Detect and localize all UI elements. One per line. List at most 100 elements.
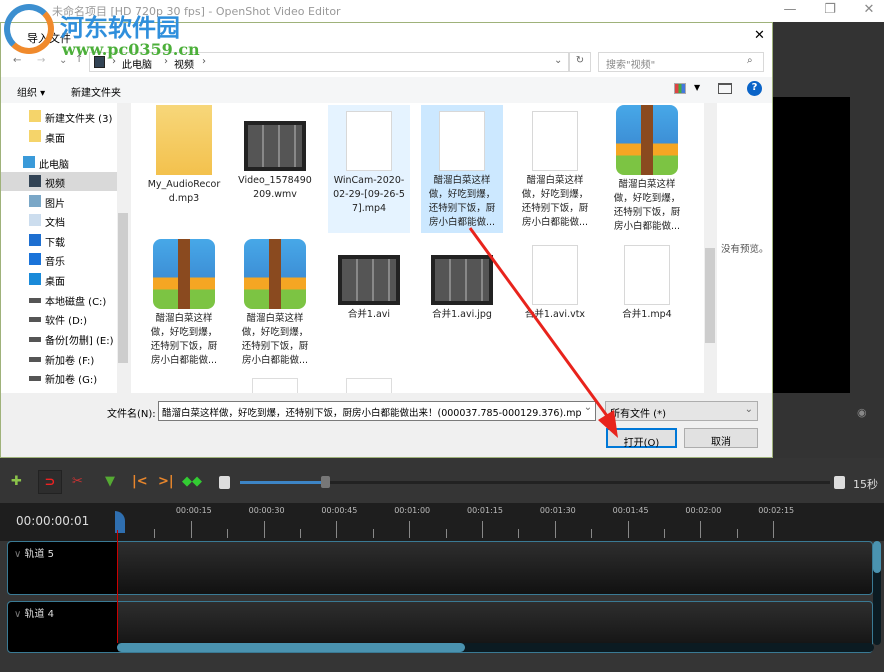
add-track-icon[interactable]: ✚ (11, 474, 22, 489)
nav-item[interactable]: 桌面 (1, 270, 117, 289)
file-item[interactable]: My_AudioRecord.mp3 (143, 105, 225, 233)
track[interactable]: ∨ 轨道 5 (7, 541, 873, 595)
drive-icon (29, 298, 41, 303)
nav-item[interactable]: 文档 (1, 211, 117, 230)
zip-file-icon (616, 105, 678, 175)
zoom-slider[interactable] (240, 476, 830, 488)
organize-menu[interactable]: 组织 ▾ (17, 84, 45, 99)
current-time: 00:00:00:01 (16, 514, 90, 528)
back-icon[interactable]: ← (13, 55, 21, 66)
timeline-vscrollbar[interactable] (873, 541, 881, 645)
preview-pane-icon[interactable] (718, 83, 732, 94)
playhead-line (117, 530, 118, 643)
download-icon (29, 234, 41, 246)
previous-marker-icon[interactable]: |< (132, 474, 148, 489)
file-item[interactable]: 醋溜白菜这样做，好吃到爆，还特别下饭，厨房小白都能做... (514, 105, 596, 233)
file-name: WinCam-2020-02-29-[09-26-57].mp4 (333, 175, 405, 214)
ruler-label: 00:02:15 (758, 506, 795, 515)
file-item[interactable]: 醋溜白菜这样做，好吃到爆，还特别下饭，厨房小白都能做... (143, 239, 225, 369)
dialog-close-button[interactable]: ✕ (754, 28, 765, 43)
open-button[interactable]: 打开(O) (606, 428, 677, 449)
center-playhead-icon[interactable]: ◆◆ (182, 474, 202, 489)
nav-item[interactable]: 新加卷 (G:) (1, 368, 117, 387)
timeline-hscrollbar[interactable] (117, 643, 874, 652)
search-input[interactable]: 搜索"视频" ⌕ (598, 52, 764, 72)
file-item[interactable]: 醋溜白菜这样做，好吃到爆，还特别下饭，厨房小白都能做... (421, 105, 503, 233)
nav-item[interactable]: 视频 (1, 172, 117, 191)
ruler-tick (372, 529, 374, 538)
file-name: Video_1578490209.wmv (238, 175, 312, 200)
track-header[interactable]: ∨ 轨道 5 (8, 542, 118, 594)
minimize-button[interactable]: — (775, 2, 805, 17)
zoom-in-icon[interactable] (834, 476, 845, 489)
ruler-tick (591, 529, 593, 538)
nav-item[interactable]: 备份[勿删] (E:) (1, 329, 117, 348)
nav-item[interactable]: 下载 (1, 231, 117, 250)
nav-item[interactable]: 音乐 (1, 250, 117, 269)
file-item[interactable]: Video_1578490209.wmv (234, 105, 316, 233)
search-icon: ⌕ (747, 55, 753, 66)
video-preview (773, 97, 850, 393)
new-folder-button[interactable]: 新建文件夹 (71, 84, 121, 99)
forward-icon[interactable]: → (37, 55, 45, 66)
ruler-tick (700, 521, 702, 538)
chevron-down-icon: ⌄ (744, 404, 753, 415)
search-placeholder: 搜索"视频" (606, 60, 656, 71)
ruler-label: 00:00:15 (175, 506, 212, 515)
zoom-level-label: 15秒 (853, 478, 878, 491)
ruler-tick (154, 529, 156, 538)
file-item[interactable]: 醋溜白菜这样做，好吃到爆，还特别下饭，厨房小白都能做... (606, 105, 688, 233)
track-name: 轨道 4 (24, 609, 55, 620)
address-dropdown-icon[interactable]: ⌄ (554, 55, 562, 66)
nav-item[interactable]: 桌面 (1, 127, 117, 146)
camera-icon[interactable]: ◉ (857, 406, 867, 419)
file-name: 醋溜白菜这样做，好吃到爆，还特别下饭，厨房小白都能做... (150, 313, 218, 366)
file-type-filter[interactable]: 所有文件 (*) ⌄ (605, 401, 758, 421)
file-name: 醋溜白菜这样做，好吃到爆，还特别下饭，厨房小白都能做... (241, 313, 309, 366)
view-dropdown-icon[interactable]: ▼ (694, 83, 700, 92)
nav-item[interactable]: 新建文件夹 (3) (1, 107, 117, 126)
zoom-out-icon[interactable] (219, 476, 230, 489)
ruler-tick (773, 521, 775, 538)
nav-item-label: 视频 (45, 179, 65, 190)
timeline-ruler[interactable]: 00:00:00:01 00:00:15 00:00:30 00:00:45 00:0… (0, 503, 884, 541)
ruler-tick (445, 529, 447, 538)
file-item[interactable]: 醋溜白菜这样做，好吃到爆，还特别下饭，厨房小白都能做... (234, 239, 316, 369)
zoom-slider-handle[interactable] (320, 476, 330, 488)
ruler-label: 00:01:00 (394, 506, 431, 515)
add-marker-icon[interactable]: ▼ (105, 474, 115, 489)
nav-item[interactable]: 本地磁盘 (C:) (1, 290, 117, 309)
nav-item-label: 桌面 (45, 134, 65, 145)
watermark-name: 河东软件园 (60, 13, 180, 42)
file-item[interactable]: 合并1.avi.vtx (514, 239, 596, 369)
next-marker-icon[interactable]: >| (158, 474, 174, 489)
maximize-button[interactable]: ❐ (815, 2, 845, 17)
help-icon[interactable]: ? (747, 81, 762, 96)
app-close-button[interactable]: ✕ (854, 2, 884, 17)
nav-item[interactable]: 软件 (D:) (1, 309, 117, 328)
cancel-button[interactable]: 取消 (684, 428, 758, 448)
nav-item-label: 备份[勿删] (E:) (45, 336, 114, 347)
file-item[interactable]: WinCam-2020-02-29-[09-26-57].mp4 (328, 105, 410, 233)
ruler-tick (664, 529, 665, 538)
nav-item-label: 新加卷 (G:) (45, 375, 98, 386)
file-item[interactable]: 合并1.mp4 (606, 239, 688, 369)
change-view-icon[interactable] (674, 83, 686, 94)
filename-input[interactable]: 醋溜白菜这样做，好吃到爆，还特别下饭，厨房小白都能做出来！(000037.785… (158, 401, 596, 421)
track-header[interactable]: ∨ 轨道 4 (8, 602, 118, 652)
nav-item-label: 图片 (45, 199, 65, 210)
desktop-icon (29, 273, 41, 285)
file-list: My_AudioRecord.mp3 Video_1578490209.wmv Wi… (131, 103, 704, 393)
razor-icon[interactable]: ✂ (72, 474, 83, 489)
ruler-tick (190, 521, 192, 538)
file-item[interactable]: 合并1.avi.jpg (421, 239, 503, 369)
zip-file-icon (153, 239, 215, 309)
file-scrollbar[interactable] (704, 103, 716, 393)
nav-item[interactable]: 此电脑 (1, 153, 117, 172)
nav-scrollbar[interactable] (117, 103, 129, 393)
nav-item[interactable]: 新加卷 (F:) (1, 349, 117, 368)
refresh-button[interactable]: ↻ (569, 52, 591, 72)
file-item[interactable]: 合并1.avi (328, 239, 410, 369)
snap-magnet-icon[interactable]: ⊃ (38, 470, 62, 494)
nav-item[interactable]: 图片 (1, 192, 117, 211)
